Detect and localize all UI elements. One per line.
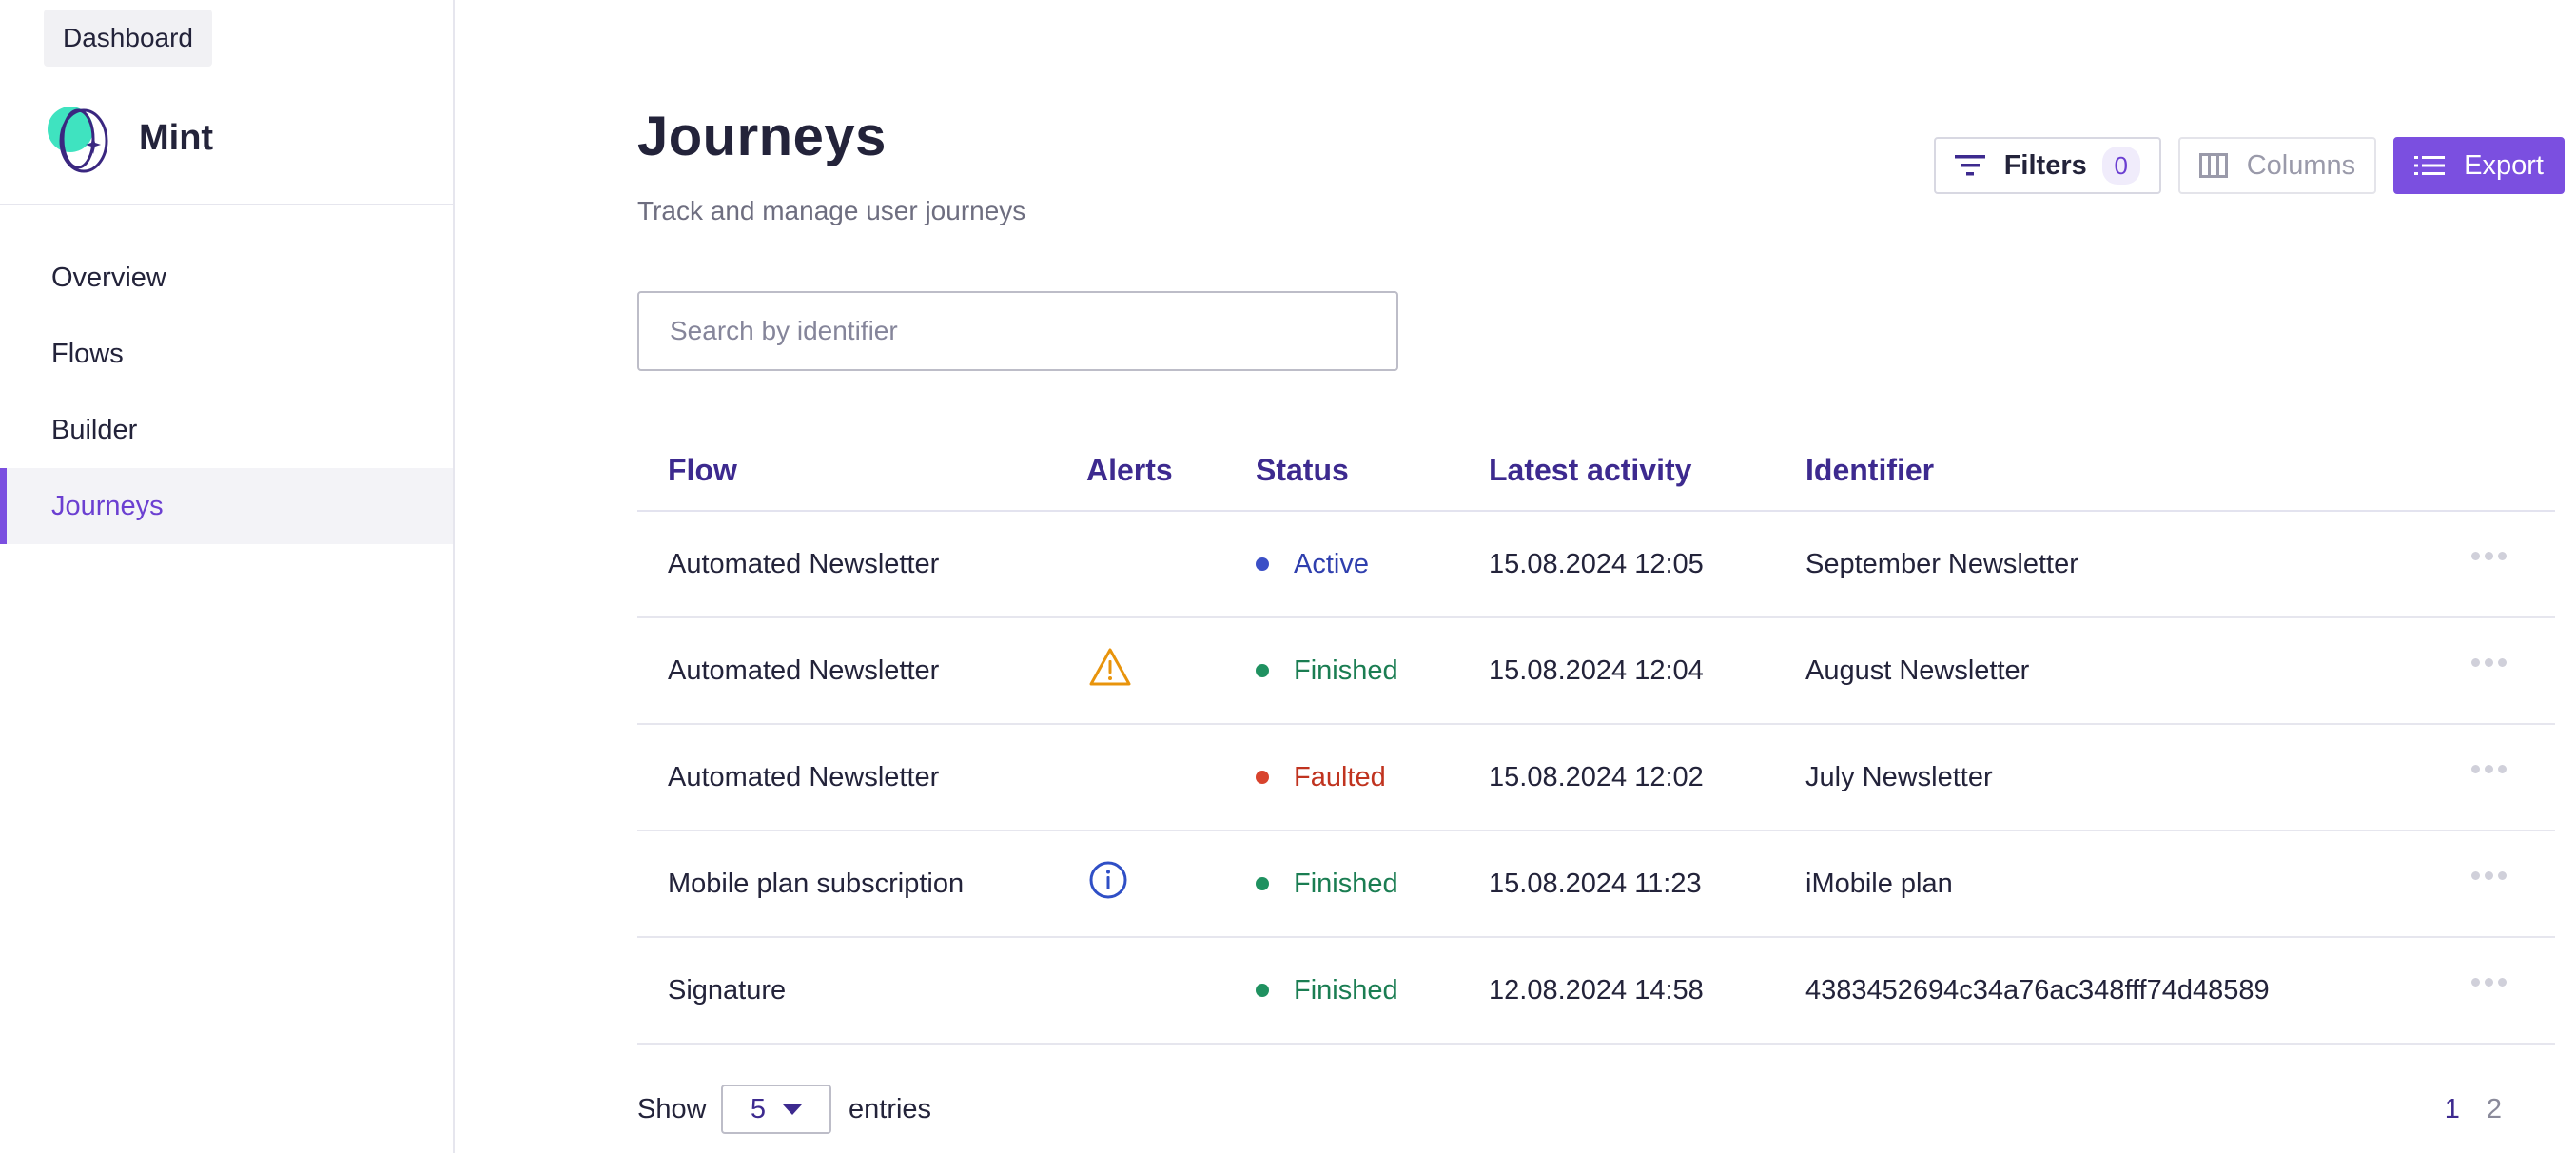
entries-label: entries <box>849 1094 932 1124</box>
flow-cell: Automated Newsletter <box>668 655 940 686</box>
list-icon <box>2414 155 2446 176</box>
status-dot-icon <box>1256 984 1269 997</box>
sidebar-item-journeys[interactable]: Journeys <box>0 468 453 544</box>
identifier-cell: August Newsletter <box>1805 655 2030 686</box>
export-button[interactable]: Export <box>2393 137 2565 194</box>
status-cell: Faulted <box>1256 762 1386 793</box>
more-actions-icon[interactable] <box>2471 871 2507 880</box>
dashboard-tab[interactable]: Dashboard <box>44 10 212 67</box>
latest-activity-cell: 15.08.2024 12:02 <box>1489 761 1704 792</box>
status-dot-icon <box>1256 664 1269 677</box>
column-header-identifier[interactable]: Identifier <box>1805 453 1934 488</box>
latest-activity-cell: 15.08.2024 12:04 <box>1489 655 1704 686</box>
flow-cell: Automated Newsletter <box>668 548 940 579</box>
flow-cell: Mobile plan subscription <box>668 868 965 899</box>
latest-activity-cell: 15.08.2024 12:05 <box>1489 548 1704 579</box>
more-actions-icon[interactable] <box>2471 978 2507 987</box>
table-header: Flow Alerts Status Latest activity Ident… <box>637 430 2555 512</box>
info-icon[interactable] <box>1088 860 1128 908</box>
columns-label: Columns <box>2246 149 2356 181</box>
search-input[interactable] <box>637 291 1398 371</box>
status-cell: Finished <box>1256 869 1398 900</box>
status-label: Finished <box>1294 974 1398 1006</box>
table-row[interactable]: Automated Newsletter Faulted 15.08.2024 … <box>637 725 2555 831</box>
table-row[interactable]: Mobile plan subscription Finished 15.08.… <box>637 831 2555 938</box>
status-cell: Finished <box>1256 655 1398 687</box>
column-header-flow[interactable]: Flow <box>668 453 737 488</box>
toolbar: Filters 0 Columns Export <box>1933 137 2565 194</box>
page-link-1[interactable]: 1 <box>2445 1094 2460 1125</box>
columns-icon <box>2198 153 2228 178</box>
table-row[interactable]: Signature Finished 12.08.2024 14:58 4383… <box>637 938 2555 1045</box>
status-label: Finished <box>1294 655 1398 686</box>
flow-cell: Signature <box>668 974 787 1006</box>
status-cell: Active <box>1256 549 1369 580</box>
flow-cell: Automated Newsletter <box>668 761 940 792</box>
latest-activity-cell: 12.08.2024 14:58 <box>1489 974 1704 1006</box>
filters-label: Filters <box>2003 149 2087 181</box>
status-label: Faulted <box>1294 761 1386 792</box>
table-footer: Show 5 entries 1 2 <box>637 1085 2555 1136</box>
identifier-cell: 4383452694c34a76ac348fff74d48589 <box>1805 974 2270 1006</box>
more-actions-icon[interactable] <box>2471 658 2507 667</box>
journeys-table: Flow Alerts Status Latest activity Ident… <box>637 430 2555 1045</box>
identifier-cell: iMobile plan <box>1805 868 1953 899</box>
filters-count-badge: 0 <box>2101 147 2140 185</box>
main-content: Journeys Track and manage user journeys … <box>637 0 2565 1153</box>
filters-button[interactable]: Filters 0 <box>1933 137 2161 194</box>
status-dot-icon <box>1256 557 1269 571</box>
identifier-cell: July Newsletter <box>1805 761 1993 792</box>
more-actions-icon[interactable] <box>2471 765 2507 773</box>
page-link-2[interactable]: 2 <box>2487 1094 2502 1125</box>
sidebar: Dashboard Mint Overview Flows Builder Jo… <box>0 0 455 1153</box>
status-dot-icon <box>1256 877 1269 890</box>
columns-button[interactable]: Columns <box>2177 137 2377 194</box>
sidebar-nav: Overview Flows Builder Journeys <box>0 240 453 544</box>
sidebar-item-overview[interactable]: Overview <box>0 240 453 316</box>
warning-icon[interactable] <box>1088 647 1132 694</box>
column-header-status[interactable]: Status <box>1256 453 1349 488</box>
export-label: Export <box>2464 149 2544 181</box>
entries-per-page-select[interactable]: 5 <box>721 1085 831 1134</box>
pagination: 1 2 <box>2445 1094 2502 1125</box>
entries-value: 5 <box>750 1093 767 1124</box>
latest-activity-cell: 15.08.2024 11:23 <box>1489 868 1702 899</box>
table-row[interactable]: Automated Newsletter Active 15.08.2024 1… <box>637 512 2555 618</box>
mint-logo-icon <box>46 103 116 173</box>
table-row[interactable]: Automated Newsletter Finished 15.08.2024… <box>637 618 2555 725</box>
column-header-alerts[interactable]: Alerts <box>1086 453 1173 488</box>
status-cell: Finished <box>1256 975 1398 1006</box>
show-label: Show <box>637 1094 707 1124</box>
more-actions-icon[interactable] <box>2471 552 2507 560</box>
status-label: Finished <box>1294 868 1398 899</box>
status-label: Active <box>1294 548 1369 579</box>
identifier-cell: September Newsletter <box>1805 548 2078 579</box>
brand-name: Mint <box>139 117 214 158</box>
brand[interactable]: Mint <box>46 95 213 181</box>
page-subtitle: Track and manage user journeys <box>637 196 1026 225</box>
filter-icon <box>1954 154 1985 177</box>
sidebar-divider <box>0 204 455 205</box>
caret-down-icon <box>783 1104 803 1115</box>
column-header-latest-activity[interactable]: Latest activity <box>1489 453 1691 488</box>
page-title: Journeys <box>637 106 887 167</box>
sidebar-item-builder[interactable]: Builder <box>0 392 453 468</box>
status-dot-icon <box>1256 771 1269 784</box>
sidebar-item-flows[interactable]: Flows <box>0 316 453 392</box>
